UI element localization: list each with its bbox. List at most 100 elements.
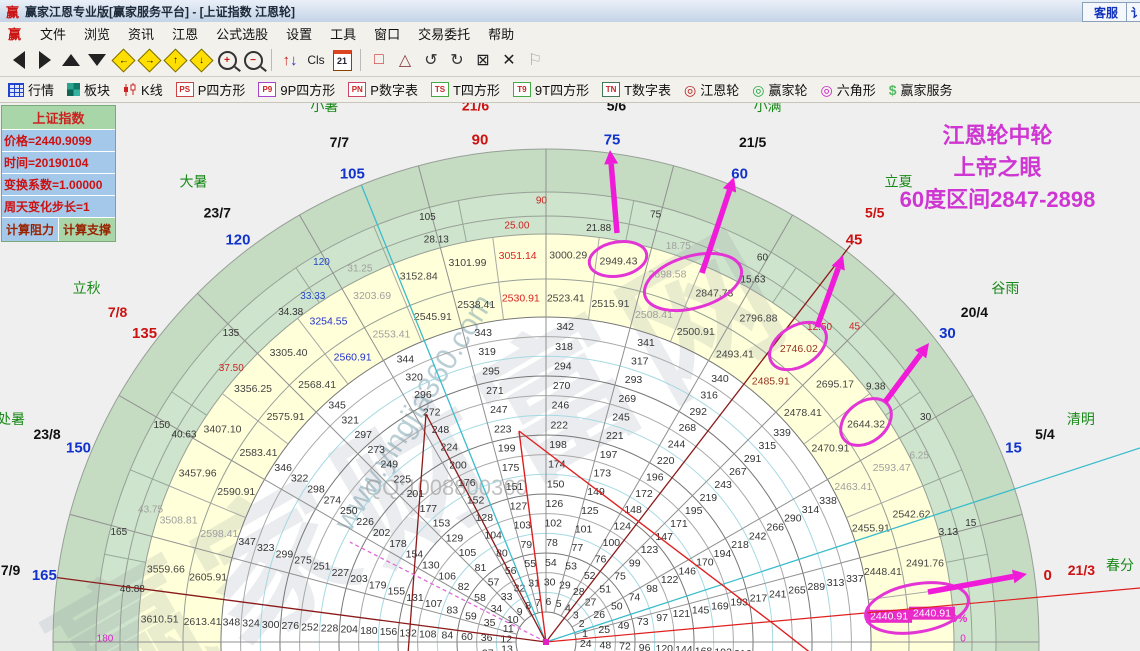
view-t-square[interactable]: TS T四方形: [430, 80, 500, 99]
cls-button[interactable]: Cls: [303, 48, 329, 72]
back-button[interactable]: [6, 48, 32, 72]
view-winner-service[interactable]: $ 赢家服务: [889, 80, 953, 99]
up-button[interactable]: [58, 48, 84, 72]
wheel-label: 249: [381, 459, 399, 471]
wheel-label: 338: [819, 495, 837, 507]
wheel-label: 3000.29: [549, 249, 587, 261]
flag-button[interactable]: ⚐: [522, 48, 548, 72]
updown-button[interactable]: ↑ ↓: [277, 48, 303, 72]
wheel-label: 30: [544, 576, 556, 588]
view-p-square[interactable]: PS P四方形: [175, 80, 245, 99]
wheel-label: 大暑: [180, 173, 208, 189]
view-label: 9P四方形: [280, 83, 336, 98]
calc-support-button[interactable]: 计算支撑: [59, 218, 115, 241]
wheel-label: 79: [520, 539, 532, 551]
wheel-label: 30: [939, 325, 956, 342]
menu-item-窗口[interactable]: 窗口: [365, 22, 409, 45]
view-9p-square[interactable]: P9 9P四方形: [258, 80, 335, 99]
view-9t-square[interactable]: T9 9T四方形: [512, 80, 589, 99]
rotate-ccw-button[interactable]: ↺: [418, 48, 444, 72]
view-gann-wheel[interactable]: ◎ 江恩轮: [684, 80, 739, 99]
wheel-label: 100: [603, 537, 621, 549]
wheel-label: 75: [650, 209, 662, 220]
wheel-label: 289: [808, 581, 826, 593]
menu-item-资讯[interactable]: 资讯: [119, 22, 163, 45]
view-label: 赢家轮: [768, 83, 808, 98]
wheel-label: 103: [514, 520, 532, 532]
quote-panel-title: 上证指数: [2, 106, 115, 130]
wheel-label: 151: [506, 481, 524, 493]
menu-item-江恩[interactable]: 江恩: [163, 22, 207, 45]
wheel-label: 2575.91: [267, 411, 305, 423]
wheel-label: 34: [491, 603, 503, 615]
pan-down-button[interactable]: ↓: [188, 47, 214, 73]
wheel-label: 6.25: [909, 451, 929, 462]
service-button[interactable]: 客服: [1082, 2, 1130, 22]
view-quotes[interactable]: 行情: [8, 80, 54, 99]
pan-left-button[interactable]: ←: [110, 47, 136, 73]
clipped-button[interactable]: 讠: [1126, 2, 1140, 22]
wheel-label: 5/6: [607, 103, 627, 113]
triangle-tool-button[interactable]: △: [392, 48, 418, 72]
menu-item-设置[interactable]: 设置: [277, 22, 321, 45]
view-p-table[interactable]: PN P数字表: [348, 80, 418, 99]
p-square-icon: PS: [175, 82, 194, 97]
wheel-label: 83: [446, 604, 458, 616]
x-box-button[interactable]: ⊠: [470, 48, 496, 72]
calc-resistance-button[interactable]: 计算阻力: [2, 218, 59, 241]
wheel-label: 320: [405, 371, 423, 383]
wheel-label: 177: [420, 503, 438, 515]
wheel-label: 78: [546, 537, 558, 549]
view-kline[interactable]: K线: [123, 80, 163, 99]
wheel-label: 218: [731, 539, 749, 551]
view-label: P数字表: [370, 83, 418, 98]
wheel-label: 292: [689, 406, 707, 418]
converge-button[interactable]: ✕: [496, 48, 522, 72]
menu-item-帮助[interactable]: 帮助: [479, 22, 523, 45]
wheel-label: 2545.91: [414, 311, 452, 323]
wheel-label: 45: [849, 322, 861, 333]
menu-item-文件[interactable]: 文件: [31, 22, 75, 45]
rect-tool-button[interactable]: □: [366, 48, 392, 72]
wheel-label: 105: [419, 212, 436, 223]
forward-button[interactable]: [32, 48, 58, 72]
wheel-label: 98: [646, 583, 658, 595]
wheel-label: 271: [486, 385, 504, 397]
quote-row: 价格=2440.9099: [2, 130, 115, 152]
menu-item-公式选股[interactable]: 公式选股: [207, 22, 277, 45]
zoom-out-button[interactable]: −: [240, 48, 266, 72]
wheel-label: 50: [611, 600, 623, 612]
wheel-label: 344: [397, 354, 415, 366]
t-square-icon: TS: [430, 82, 449, 97]
view-winner-wheel[interactable]: ◎ 赢家轮: [752, 80, 807, 99]
wheel-label: 348: [223, 617, 241, 629]
wheel-label: 0: [960, 634, 966, 645]
menu-item-交易委托[interactable]: 交易委托: [409, 22, 479, 45]
wheel-label: 97: [656, 612, 668, 624]
view-hexagon[interactable]: ◎ 六角形: [821, 80, 876, 99]
wheel-label: 3203.69: [353, 290, 391, 302]
pan-right-button[interactable]: →: [136, 47, 162, 73]
wheel-label: 59: [465, 611, 477, 623]
view-label: 江恩轮: [700, 83, 740, 98]
wheel-label: 0: [1043, 567, 1051, 584]
wheel-label: 317: [631, 356, 649, 368]
9p-square-icon: P9: [258, 82, 277, 97]
wheel-label: 341: [637, 337, 655, 349]
calendar-button[interactable]: 21: [329, 48, 355, 72]
down-button[interactable]: [84, 48, 110, 72]
menu-item-浏览[interactable]: 浏览: [75, 22, 119, 45]
view-sectors[interactable]: 板块: [67, 80, 110, 99]
wheel-label: 5/4: [1035, 426, 1055, 442]
pan-up-button[interactable]: ↑: [162, 47, 188, 73]
zoom-in-button[interactable]: +: [214, 48, 240, 72]
wheel-label: 221: [606, 430, 624, 442]
quotes-icon: [8, 82, 24, 97]
menu-item-工具[interactable]: 工具: [321, 22, 365, 45]
view-t-table[interactable]: TN T数字表: [602, 80, 671, 99]
wheel-label: 273: [367, 444, 385, 456]
rotate-cw-button[interactable]: ↻: [444, 48, 470, 72]
wheel-label: 120: [655, 643, 673, 651]
wheel-label: 291: [744, 453, 762, 465]
wheel-label: 165: [32, 567, 57, 584]
